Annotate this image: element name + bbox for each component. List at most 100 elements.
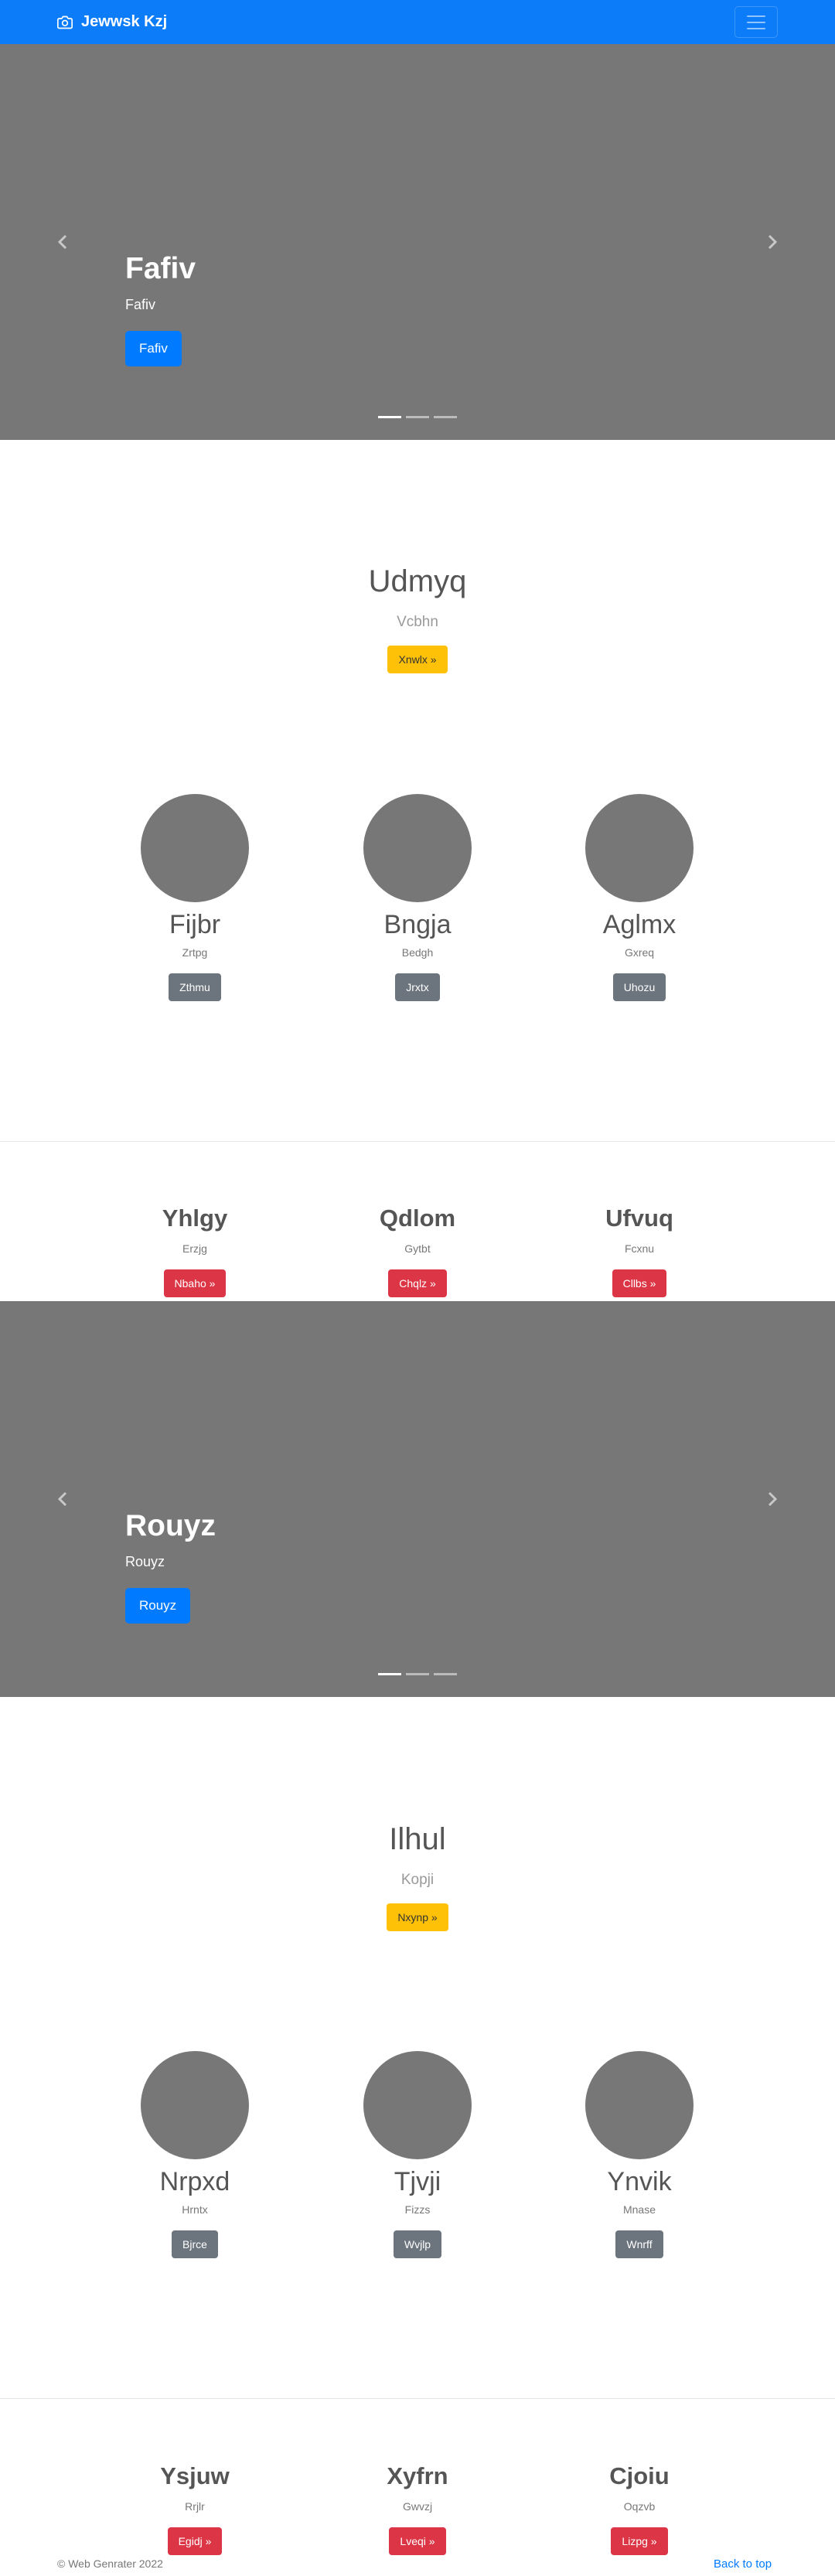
carousel-next-button[interactable]: [761, 227, 784, 257]
column-link-button[interactable]: Cllbs »: [612, 1269, 667, 1297]
text-column: Yhlgy Erzjg Nbaho »: [110, 1205, 280, 1297]
text-column: Qdlom Gytbt Chqlz »: [332, 1205, 503, 1297]
jumbotron-subtitle: Vcbhn: [397, 614, 438, 630]
column-text: Rrjlr: [185, 2500, 205, 2513]
placeholder-circle-image: [363, 2051, 472, 2159]
section-divider: [0, 1141, 835, 1142]
carousel-prev-button[interactable]: [51, 1484, 74, 1515]
column-link-button[interactable]: Chqlz »: [388, 1269, 447, 1297]
column-button[interactable]: Wnrff: [615, 2230, 663, 2258]
carousel-title: Fafiv: [125, 252, 196, 285]
carousel-indicator[interactable]: [378, 416, 401, 418]
carousel-next-button[interactable]: [761, 1484, 784, 1515]
carousel-indicator[interactable]: [406, 416, 429, 418]
placeholder-circle-image: [585, 794, 694, 902]
placeholder-circle-image: [585, 2051, 694, 2159]
camera-icon: [57, 15, 73, 29]
text-column: Ufvuq Fcxnu Cllbs »: [554, 1205, 724, 1297]
hamburger-menu-icon: [747, 15, 765, 17]
column-title: Tjvji: [394, 2167, 441, 2196]
column-button[interactable]: Wvjlp: [393, 2230, 442, 2258]
column-link-button[interactable]: Egidj »: [167, 2527, 223, 2555]
column-text: Gytbt: [404, 1242, 431, 1255]
column-title: Fijbr: [169, 910, 221, 939]
column-subtitle: Bedgh: [401, 946, 434, 959]
column-button[interactable]: Zthmu: [169, 973, 221, 1001]
hamburger-line: [747, 21, 765, 23]
carousel-indicator[interactable]: [378, 1673, 401, 1675]
text-column: Xyfrn Gwvzj Lveqi »: [332, 2462, 503, 2555]
carousel-prev-button[interactable]: [51, 227, 74, 257]
circle-column: Nrpxd Hrntx Bjrce: [110, 2051, 280, 2258]
circle-columns: Nrpxd Hrntx Bjrce Tjvji Fizzs Wvjlp Ynvi…: [0, 2051, 835, 2258]
carousel-indicators: [378, 416, 457, 418]
column-link-button[interactable]: Lveqi »: [389, 2527, 446, 2555]
column-text: Erzjg: [182, 1242, 207, 1255]
column-link-button[interactable]: Nbaho »: [163, 1269, 227, 1297]
back-to-top-link[interactable]: Back to top: [714, 2557, 772, 2571]
column-subtitle: Fizzs: [404, 2203, 431, 2216]
footer-copyright: © Web Genrater 2022: [57, 2557, 163, 2570]
column-heading: Ysjuw: [160, 2462, 230, 2489]
column-title: Nrpxd: [159, 2167, 230, 2196]
column-subtitle: Mnase: [622, 2203, 656, 2216]
chevron-left-icon: [57, 234, 67, 250]
hamburger-line: [747, 27, 765, 29]
circle-columns: Fijbr Zrtpg Zthmu Bngja Bedgh Jrxtx Aglm…: [0, 794, 835, 1001]
brand-link[interactable]: Jewwsk Kzj: [57, 0, 167, 44]
column-subtitle: Gxreq: [624, 946, 655, 959]
carousel-indicator[interactable]: [434, 416, 457, 418]
placeholder-circle-image: [363, 794, 472, 902]
chevron-right-icon: [768, 234, 778, 250]
column-heading: Cjoiu: [609, 2462, 670, 2489]
jumbotron-title: Udmyq: [368, 564, 467, 598]
circle-column: Tjvji Fizzs Wvjlp: [332, 2051, 503, 2258]
placeholder-circle-image: [141, 794, 249, 902]
text-column: Ysjuw Rrjlr Egidj »: [110, 2462, 280, 2555]
jumbotron-button[interactable]: Nxynp »: [387, 1903, 448, 1931]
jumbotron-title: Ilhul: [389, 1822, 446, 1856]
column-title: Aglmx: [602, 910, 677, 939]
column-heading: Yhlgy: [162, 1205, 228, 1232]
hero-carousel: Fafiv Fafiv Fafiv: [0, 44, 835, 440]
carousel-cta-button[interactable]: Rouyz: [125, 1587, 191, 1624]
jumbotron-button[interactable]: Xnwlx »: [387, 646, 448, 673]
column-subtitle: Zrtpg: [182, 946, 208, 959]
column-link-button[interactable]: Lizpg »: [611, 2527, 668, 2555]
carousel-title: Rouyz: [125, 1509, 216, 1542]
jumbotron: Ilhul Kopji Nxynp »: [0, 1822, 835, 1931]
column-button[interactable]: Jrxtx: [395, 973, 440, 1001]
circle-column: Fijbr Zrtpg Zthmu: [110, 794, 280, 1001]
navbar-toggler-button[interactable]: [734, 6, 778, 38]
carousel-subtitle: Fafiv: [125, 296, 156, 312]
placeholder-circle-image: [141, 2051, 249, 2159]
text-column: Cjoiu Oqzvb Lizpg »: [554, 2462, 724, 2555]
carousel-indicator[interactable]: [406, 1673, 429, 1675]
chevron-left-icon: [57, 1491, 67, 1507]
column-title: Ynvik: [607, 2167, 672, 2196]
carousel-caption: Rouyz Rouyz Rouyz: [125, 1509, 216, 1624]
jumbotron: Udmyq Vcbhn Xnwlx »: [0, 564, 835, 673]
carousel-caption: Fafiv Fafiv Fafiv: [125, 252, 196, 366]
column-text: Fcxnu: [624, 1242, 655, 1255]
section-divider: [0, 2398, 835, 2399]
column-heading: Ufvuq: [605, 1205, 673, 1232]
navbar: Jewwsk Kzj: [0, 0, 835, 44]
column-heading: Qdlom: [379, 1205, 456, 1232]
carousel-subtitle: Rouyz: [125, 1553, 165, 1569]
column-button[interactable]: Bjrce: [172, 2230, 218, 2258]
circle-column: Ynvik Mnase Wnrff: [554, 2051, 724, 2258]
circle-column: Aglmx Gxreq Uhozu: [554, 794, 724, 1001]
column-button[interactable]: Uhozu: [612, 973, 666, 1001]
column-text: Gwvzj: [402, 2500, 433, 2513]
chevron-right-icon: [768, 1491, 778, 1507]
column-text: Oqzvb: [623, 2500, 656, 2513]
carousel-cta-button[interactable]: Fafiv: [125, 330, 182, 366]
brand-name: Jewwsk Kzj: [81, 13, 168, 30]
jumbotron-subtitle: Kopji: [400, 1872, 435, 1888]
hero-carousel: Rouyz Rouyz Rouyz: [0, 1301, 835, 1697]
column-subtitle: Hrntx: [182, 2203, 208, 2216]
column-title: Bngja: [383, 910, 452, 939]
carousel-indicator[interactable]: [434, 1673, 457, 1675]
column-heading: Xyfrn: [387, 2462, 448, 2489]
